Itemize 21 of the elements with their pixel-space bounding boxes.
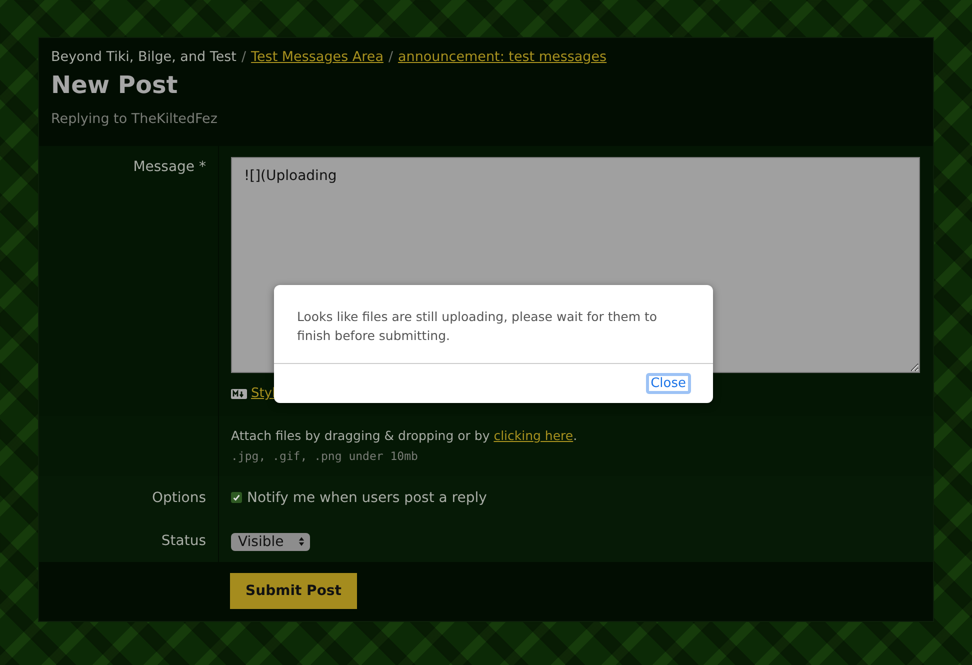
status-label: Status (161, 532, 206, 548)
breadcrumb-link[interactable]: Test Messages Area (251, 49, 384, 65)
replying-to-text: Replying to TheKiltedFez (51, 111, 218, 127)
breadcrumb-link[interactable]: announcement: test messages (398, 49, 607, 65)
file-types-hint: .jpg, .gif, .png under 10mb (231, 449, 419, 463)
breadcrumb-separator: / (241, 49, 246, 65)
message-label: Message * (133, 159, 206, 175)
dialog-message: Looks like files are still uploading, please wait for them to finish before submitting. (274, 285, 713, 364)
breadcrumb-text: Beyond Tiki, Bilge, and Test (51, 49, 236, 65)
attach-files-text: Attach files by dragging & dropping or by clicking here. (231, 428, 578, 443)
markdown-icon (231, 388, 247, 398)
breadcrumb-separator: / (388, 49, 394, 65)
clicking-here-link[interactable]: clicking here (494, 428, 574, 443)
notify-checkbox[interactable] (231, 492, 242, 503)
up-down-arrows-icon (298, 536, 305, 547)
options-label: Options (152, 490, 206, 506)
notify-label: Notify me when users post a reply (247, 490, 487, 506)
submit-post-button[interactable]: Submit Post (230, 573, 357, 609)
page-title: New Post (51, 71, 179, 99)
close-button[interactable]: Close (646, 373, 691, 394)
status-select[interactable]: Visible (231, 532, 310, 550)
